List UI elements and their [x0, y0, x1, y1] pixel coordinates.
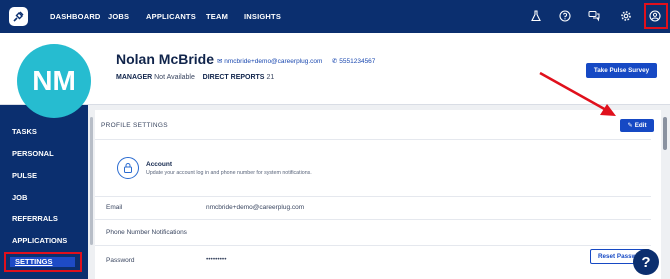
profile-phone: 5551234567 [339, 58, 376, 65]
password-value: ••••••••• [206, 256, 227, 263]
take-pulse-survey-button[interactable]: Take Pulse Survey [586, 63, 657, 78]
profile-meta: MANAGER Not Available DIRECT REPORTS 21 [116, 74, 274, 81]
nav-team[interactable]: TEAM [206, 12, 228, 21]
main-content: PROFILE SETTINGS ✎ Edit Account Update y… [88, 105, 670, 279]
sidebar-item-settings[interactable]: SETTINGS [15, 257, 53, 266]
profile-header: Nolan McBride ✉ nmcbride+demo@careerplug… [0, 33, 670, 105]
email-label: Email [106, 204, 123, 211]
edit-button[interactable]: ✎ Edit [620, 119, 654, 132]
email-value: nmcbride+demo@careerplug.com [206, 204, 305, 211]
panel-title: PROFILE SETTINGS [101, 122, 168, 129]
manager-label: MANAGER [116, 74, 153, 81]
avatar: NM [17, 44, 91, 118]
page-scrollbar[interactable] [662, 105, 670, 279]
profile-email-link[interactable]: ✉ nmcbride+demo@careerplug.com [217, 57, 322, 65]
envelope-icon: ✉ [217, 58, 223, 65]
scrollbar-thumb[interactable] [663, 117, 667, 150]
direct-reports-label: DIRECT REPORTS [202, 74, 265, 81]
sidebar-item-applications[interactable]: APPLICATIONS [12, 236, 67, 245]
password-label: Password [106, 257, 135, 264]
divider [95, 245, 651, 246]
account-title: Account [146, 161, 172, 168]
careerplug-logo[interactable] [9, 7, 28, 26]
nav-dashboard[interactable]: DASHBOARD [50, 12, 101, 21]
edit-button-label: Edit [634, 122, 647, 129]
nav-jobs[interactable]: JOBS [108, 12, 129, 21]
divider [95, 139, 651, 140]
nav-insights[interactable]: INSIGHTS [244, 12, 281, 21]
divider [95, 219, 651, 220]
plug-logo-icon [13, 11, 24, 22]
panel-scrollbar[interactable] [90, 117, 93, 245]
profile-settings-panel: PROFILE SETTINGS ✎ Edit Account Update y… [95, 110, 661, 279]
sidebar-item-personal[interactable]: PERSONAL [12, 149, 54, 158]
manager-value: Not Available [154, 74, 195, 81]
sidebar: TASKS PERSONAL PULSE JOB REFERRALS APPLI… [0, 105, 88, 279]
profile-phone-link[interactable]: ✆ 5551234567 [332, 57, 375, 65]
phone-icon: ✆ [332, 58, 338, 65]
flask-icon[interactable] [528, 8, 544, 24]
top-navigation: DASHBOARD JOBS APPLICANTS TEAM INSIGHTS [0, 0, 670, 33]
profile-highlight-box [644, 3, 668, 29]
app-frame: DASHBOARD JOBS APPLICANTS TEAM INSIGHTS … [0, 0, 670, 279]
account-description: Update your account log in and phone num… [146, 170, 312, 176]
direct-reports-value: 21 [266, 74, 275, 81]
sidebar-item-referrals[interactable]: REFERRALS [12, 214, 58, 223]
settings-highlight-box: SETTINGS [4, 252, 82, 272]
divider [95, 196, 651, 197]
profile-email: nmcbride+demo@careerplug.com [224, 58, 323, 65]
lock-phone-icon [117, 157, 139, 179]
chat-icon[interactable] [586, 8, 602, 24]
help-circle-icon[interactable] [557, 8, 573, 24]
gear-icon[interactable] [618, 8, 634, 24]
sidebar-item-tasks[interactable]: TASKS [12, 127, 37, 136]
nav-applicants[interactable]: APPLICANTS [146, 12, 196, 21]
help-button[interactable]: ? [633, 249, 659, 275]
phone-notifications-label: Phone Number Notifications [106, 229, 187, 236]
pencil-icon: ✎ [627, 122, 633, 129]
sidebar-item-pulse[interactable]: PULSE [12, 171, 37, 180]
profile-name: Nolan McBride [116, 51, 215, 67]
sidebar-item-job[interactable]: JOB [12, 193, 27, 202]
